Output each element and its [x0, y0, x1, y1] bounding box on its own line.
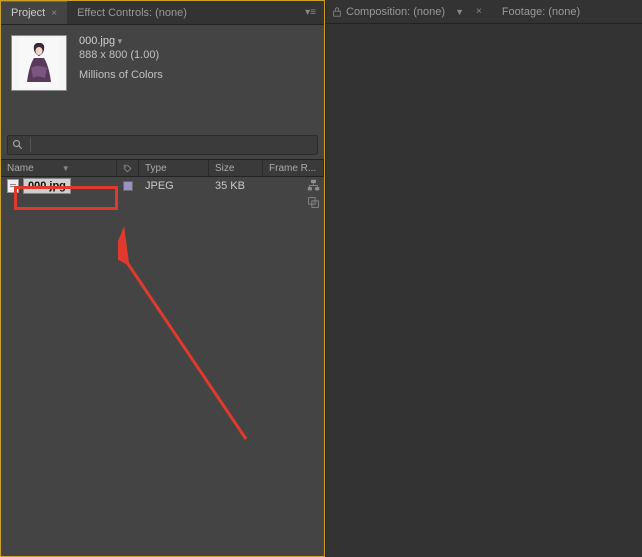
chevron-down-icon[interactable]: ▼ — [449, 7, 470, 17]
tab-effect-controls-label: Effect Controls: (none) — [77, 7, 187, 19]
tab-project[interactable]: Project × — [1, 1, 67, 24]
search-icon — [8, 139, 28, 151]
project-items-list[interactable]: 000.jpg JPEG 35 KB — [1, 177, 324, 556]
column-label[interactable] — [117, 160, 139, 176]
asset-thumbnail[interactable] — [11, 35, 67, 91]
tab-footage[interactable]: Footage: (none) — [492, 0, 590, 23]
tab-composition[interactable]: Composition: (none) ▼ × — [326, 0, 492, 23]
file-icon — [7, 179, 19, 193]
column-type[interactable]: Type — [139, 160, 209, 176]
asset-dimensions: 888 x 800 (1.00) — [79, 49, 163, 61]
left-tab-bar: Project × Effect Controls: (none) ▾≡ — [1, 1, 324, 25]
column-size[interactable]: Size — [209, 160, 263, 176]
table-row[interactable]: 000.jpg JPEG 35 KB — [1, 177, 324, 195]
cell-type: JPEG — [139, 180, 209, 192]
lock-icon — [332, 7, 342, 17]
thumbnail-image-icon — [19, 38, 59, 88]
layers-icon[interactable] — [307, 196, 320, 209]
viewer-panel: Composition: (none) ▼ × Footage: (none) — [325, 0, 642, 557]
cell-label[interactable] — [117, 181, 139, 191]
column-frame-rate[interactable]: Frame R... — [263, 160, 324, 176]
column-name-label: Name — [7, 163, 34, 174]
tab-footage-label: Footage: (none) — [502, 6, 580, 18]
close-icon[interactable]: × — [476, 6, 482, 17]
asset-meta: 000.jpg 888 x 800 (1.00) Millions of Col… — [79, 35, 163, 81]
right-tab-bar: Composition: (none) ▼ × Footage: (none) — [326, 0, 642, 24]
flowchart-icon[interactable] — [307, 179, 320, 192]
column-headers: Name ▼ Type Size Frame R... — [1, 159, 324, 177]
column-frame-rate-label: Frame R... — [269, 163, 316, 174]
search-input[interactable] — [7, 135, 318, 155]
tab-project-label: Project — [11, 7, 45, 19]
asset-name[interactable]: 000.jpg — [79, 35, 163, 47]
tag-icon — [123, 163, 132, 174]
asset-color-depth: Millions of Colors — [79, 69, 163, 81]
tab-composition-label: Composition: (none) — [346, 6, 445, 18]
column-type-label: Type — [145, 163, 167, 174]
viewer-area[interactable] — [326, 24, 642, 557]
project-panel: Project × Effect Controls: (none) ▾≡ 000… — [0, 0, 325, 557]
cell-name[interactable]: 000.jpg — [1, 178, 117, 194]
cell-size: 35 KB — [209, 180, 263, 192]
column-size-label: Size — [215, 163, 234, 174]
close-icon[interactable]: × — [51, 8, 57, 19]
tab-effect-controls[interactable]: Effect Controls: (none) — [67, 1, 197, 24]
search-separator — [30, 138, 31, 152]
column-name[interactable]: Name ▼ — [1, 160, 117, 176]
color-chip-icon — [123, 181, 133, 191]
filename[interactable]: 000.jpg — [23, 178, 71, 194]
asset-info: 000.jpg 888 x 800 (1.00) Millions of Col… — [1, 25, 324, 101]
panel-menu-icon[interactable]: ▾≡ — [297, 7, 324, 18]
sort-indicator-icon: ▼ — [62, 164, 70, 173]
panel-side-tools — [307, 179, 320, 209]
